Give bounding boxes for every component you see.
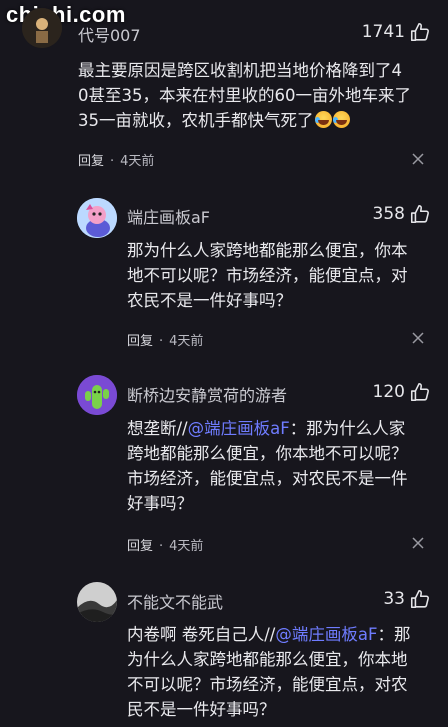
separator-dot: · — [159, 334, 164, 349]
comment-text-line: 35一亩就收，农机手都快气死了 — [78, 111, 314, 130]
comment-text-line: 那为什么人家跨地都能那么便宜，你本 — [127, 241, 408, 260]
comment-meta: 回复 · 4天前 — [127, 535, 203, 554]
avatar[interactable] — [77, 582, 117, 622]
timestamp: 4天前 — [169, 539, 204, 554]
comment-text: ：那 — [377, 625, 411, 644]
close-icon[interactable] — [412, 537, 424, 549]
comment-meta: 回复 · 4天前 — [127, 330, 203, 349]
comment-text-line: 最主要原因是跨区收割机把当地价格降到了4 — [78, 61, 402, 80]
like-button[interactable]: 358 — [373, 203, 431, 225]
like-button[interactable]: 33 — [383, 588, 431, 610]
username[interactable]: 不能文不能武 — [127, 589, 223, 613]
avatar[interactable] — [77, 375, 117, 415]
comment-text-line: 民不是一件好事吗？ — [127, 700, 276, 719]
thumbs-up-icon — [410, 22, 429, 42]
separator-dot: · — [110, 154, 115, 169]
reply-button[interactable]: 回复 — [127, 334, 153, 349]
comment-prefix: 想垄断// — [127, 419, 188, 438]
comment-text-line: 市场经济，能便宜点，对农民不是一件 — [127, 469, 408, 488]
comment-text-line: 不可以呢？市场经济，能便宜点，对农 — [127, 675, 408, 694]
like-count: 358 — [372, 204, 405, 224]
like-count: 1741 — [361, 22, 405, 42]
comment-text-line: 地不可以呢？市场经济，能便宜点，对 — [127, 266, 408, 285]
thumbs-up-icon — [410, 204, 429, 224]
close-icon[interactable] — [412, 332, 424, 344]
like-count: 33 — [383, 589, 405, 609]
like-button[interactable]: 120 — [373, 381, 431, 403]
comment-text-line: 想垄断//@端庄画板aF：那为什么人家 — [127, 416, 432, 441]
comment-meta: 回复 · 4天前 — [78, 150, 154, 169]
like-count: 120 — [372, 382, 405, 402]
laughing-crying-emoji-icon — [314, 111, 332, 128]
comment-text-line: 好事吗？ — [127, 494, 193, 513]
comment-text-line: 为什么人家跨地都能那么便宜，你本地 — [127, 650, 408, 669]
user-mention-link[interactable]: @端庄画板aF — [188, 419, 290, 438]
close-icon[interactable] — [412, 153, 424, 165]
username[interactable]: 代号007 — [78, 22, 141, 46]
comment-text-line: 农民不是一件好事吗？ — [127, 291, 292, 310]
comment-prefix: 内卷啊 卷死自己人// — [127, 625, 276, 644]
thumbs-up-icon — [410, 382, 429, 402]
thumbs-up-icon — [410, 589, 429, 609]
reply-button[interactable]: 回复 — [78, 154, 104, 169]
timestamp: 4天前 — [169, 334, 204, 349]
laughing-crying-emoji-icon — [332, 111, 350, 128]
user-mention-link[interactable]: @端庄画板aF — [275, 625, 377, 644]
username[interactable]: 断桥边安静赏荷的游者 — [127, 382, 287, 406]
timestamp: 4天前 — [120, 154, 155, 169]
comment-text-line: 跨地都能那么便宜，你本地不可以呢？ — [127, 444, 408, 463]
like-button[interactable]: 1741 — [362, 21, 431, 43]
comment-text-line-with-emoji: 35一亩就收，农机手都快气死了 — [78, 108, 428, 133]
comment-text: ：那为什么人家 — [289, 419, 406, 438]
username[interactable]: 端庄画板aF — [127, 204, 210, 228]
reply-button[interactable]: 回复 — [127, 539, 153, 554]
comment-text-line: 内卷啊 卷死自己人//@端庄画板aF：那 — [127, 622, 432, 647]
avatar[interactable] — [22, 8, 62, 48]
separator-dot: · — [159, 539, 164, 554]
comment-text-line: 0甚至35，本来在村里收的60一亩外地车来了 — [78, 86, 411, 105]
avatar[interactable] — [77, 198, 117, 238]
